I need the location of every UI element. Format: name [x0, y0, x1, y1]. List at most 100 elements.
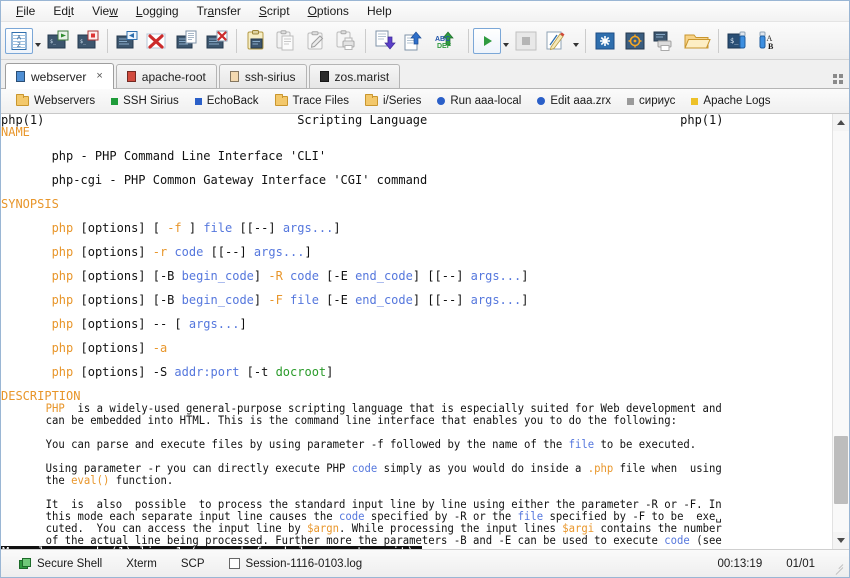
scroll-down-icon[interactable]	[833, 532, 849, 549]
toolbar-separator	[236, 28, 237, 53]
terminal-text: args...	[282, 221, 334, 235]
run-script-icon[interactable]	[473, 27, 501, 54]
terminal-text: [options] [-B	[73, 293, 182, 307]
terminal-text: [[--]	[203, 245, 254, 259]
terminal-properties-icon[interactable]: $_	[723, 26, 753, 56]
paste-icon[interactable]	[241, 26, 271, 56]
send-file-icon[interactable]	[400, 26, 430, 56]
terminal-scrollbar[interactable]	[832, 114, 849, 549]
disconnect-all-icon[interactable]	[142, 26, 172, 56]
terminal-line: php [options] -- [ args...]	[1, 318, 832, 330]
terminal-text: [options] [	[73, 221, 168, 235]
terminal-text: php	[51, 245, 74, 259]
stop-script-icon[interactable]	[511, 26, 541, 56]
tab-ssh-sirius[interactable]: ssh-sirius	[218, 64, 307, 88]
bookmark-ssh-sirius[interactable]: SSH Sirius	[104, 93, 186, 109]
tab-label: ssh-sirius	[244, 69, 296, 84]
folder-icon	[364, 94, 378, 106]
terminal-text: ]	[239, 317, 247, 331]
run-script-dropdown[interactable]	[501, 26, 511, 56]
tab-webserver[interactable]: webserver ×	[5, 63, 114, 89]
terminal-text: ]	[521, 293, 529, 307]
bookmark-iseries[interactable]: i/Series	[358, 93, 428, 109]
svg-text:Z: Z	[17, 43, 21, 49]
secure-shell-icon	[19, 557, 31, 569]
terminal-screen[interactable]: php(1) Scripting Language php(1) NAME php…	[1, 114, 832, 549]
connect-icon[interactable]: $_	[43, 26, 73, 56]
status-emulation[interactable]: Xterm	[114, 558, 169, 570]
status-transfer[interactable]: SCP	[169, 558, 217, 570]
terminal-line: NAME	[1, 126, 832, 138]
target-icon[interactable]	[620, 26, 650, 56]
close-log-icon[interactable]	[202, 26, 232, 56]
log-checkbox-icon[interactable]	[228, 558, 240, 569]
menu-logging[interactable]: Logging	[127, 2, 188, 20]
highlight-icon[interactable]	[590, 26, 620, 56]
status-connection-label: Secure Shell	[37, 557, 103, 570]
status-position: 01/01	[786, 557, 815, 570]
menu-bar: File Edit View Logging Transfer Script O…	[1, 1, 849, 22]
disconnect-icon[interactable]: $_	[73, 26, 103, 56]
open-folder-icon[interactable]	[680, 26, 714, 56]
terminal-line: php [options] -a	[1, 342, 832, 354]
copy-icon[interactable]	[271, 26, 301, 56]
svg-text:A: A	[17, 35, 21, 41]
scrollbar-thumb[interactable]	[834, 435, 848, 504]
terminal-line: can be embedded into HTML. This is the c…	[1, 414, 774, 426]
tab-zos-marist[interactable]: zos.marist	[308, 64, 401, 88]
receive-file-icon[interactable]	[370, 26, 400, 56]
edit-icon[interactable]	[301, 26, 331, 56]
terminal-line: php [options] -r code [[--] args...]	[1, 246, 832, 258]
svg-text:$_: $_	[80, 39, 87, 45]
tab-close-icon[interactable]: ×	[96, 71, 102, 82]
bookmark-echoback[interactable]: EchoBack	[188, 93, 266, 109]
status-logfile[interactable]: Session-1116-0103.log	[217, 558, 375, 570]
scroll-up-icon[interactable]	[833, 114, 849, 131]
terminal-text: ] [[--]	[412, 293, 471, 307]
terminal-line: SYNOPSIS	[1, 198, 832, 210]
status-logfile-label: Session-1116-0103.log	[245, 557, 363, 570]
square-icon	[111, 97, 119, 105]
menu-script[interactable]: Script	[250, 2, 299, 20]
bookmark-run-aaa-local[interactable]: Run aaa-local	[430, 93, 528, 109]
tab-icon	[126, 71, 136, 82]
font-properties-icon[interactable]: A B	[753, 26, 783, 56]
scrollbar-track[interactable]	[833, 131, 849, 532]
terminal-text: php	[51, 365, 74, 379]
menu-view[interactable]: View	[83, 2, 127, 20]
tab-list-icon[interactable]	[833, 74, 843, 84]
bookmark-sirius-cyrillic[interactable]: сириус	[620, 93, 682, 109]
resize-grip[interactable]	[831, 558, 843, 570]
folder-icon	[274, 94, 288, 106]
log-session-icon[interactable]	[172, 26, 202, 56]
toolbar-separator	[107, 28, 108, 53]
session-manager-icon[interactable]: A Z	[5, 27, 33, 54]
transfer-ascii-icon[interactable]: ABC DEF	[430, 26, 464, 56]
print-clipboard-icon[interactable]	[331, 26, 361, 56]
status-connection[interactable]: Secure Shell	[7, 557, 114, 570]
menu-help[interactable]: Help	[358, 2, 401, 20]
bookmark-edit-aaa-zrx[interactable]: Edit aaa.zrx	[530, 93, 618, 109]
toolbar-separator	[365, 28, 366, 53]
session-manager-dropdown[interactable]	[33, 26, 43, 56]
bookmark-trace-files[interactable]: Trace Files	[268, 93, 356, 109]
bookmark-label: SSH Sirius	[123, 95, 179, 107]
terminal-text: You can parse and execute files by using…	[1, 437, 569, 451]
clone-session-icon[interactable]	[112, 26, 142, 56]
edit-script-icon[interactable]	[541, 26, 571, 56]
terminal-text: ] [[--]	[412, 269, 471, 283]
terminal-text: begin_code	[181, 293, 254, 307]
sshclient-window: File Edit View Logging Transfer Script O…	[0, 0, 850, 578]
menu-edit[interactable]: Edit	[44, 2, 83, 20]
tab-apache-root[interactable]: apache-root	[115, 64, 217, 88]
menu-file[interactable]: File	[7, 2, 44, 20]
edit-script-dropdown[interactable]	[571, 26, 581, 56]
bookmark-webservers[interactable]: Webservers	[9, 93, 102, 109]
terminal-text: php	[51, 221, 74, 235]
menu-transfer[interactable]: Transfer	[188, 2, 250, 20]
menu-options[interactable]: Options	[299, 2, 358, 20]
bookmark-apache-logs[interactable]: Apache Logs	[684, 93, 777, 109]
print-screen-icon[interactable]	[650, 26, 680, 56]
